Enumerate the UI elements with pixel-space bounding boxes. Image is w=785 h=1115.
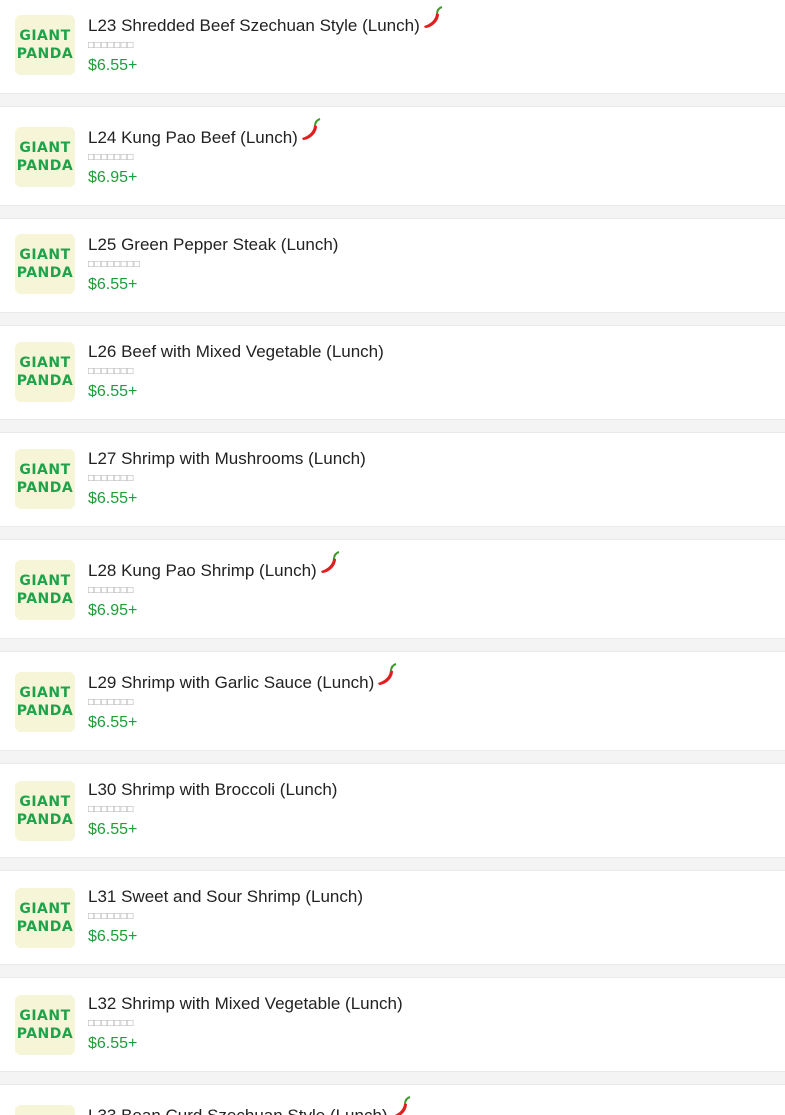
chili-pepper-icon (301, 118, 321, 140)
menu-item[interactable]: GIANT PANDA L25 Green Pepper Steak (Lunch… (0, 218, 785, 313)
item-name: L32 Shrimp with Mixed Vegetable (Lunch) (88, 994, 403, 1013)
item-subtitle: □□□□□□□ (88, 366, 134, 377)
item-subtitle: □□□□□□□ (88, 152, 134, 163)
item-price: $6.55+ (88, 1035, 138, 1052)
menu-item[interactable]: GIANT PANDA L29 Shrimp with Garlic Sauce … (0, 651, 785, 751)
item-subtitle: □□□□□□□□ (88, 259, 141, 270)
item-subtitle: □□□□□□□ (88, 804, 134, 815)
item-name: L24 Kung Pao Beef (Lunch) (88, 128, 298, 147)
menu-item[interactable]: GIANT PANDA L31 Sweet and Sour Shrimp (Lu… (0, 870, 785, 965)
menu-item[interactable]: GIANT PANDA L28 Kung Pao Shrimp (Lunch) □… (0, 539, 785, 639)
chili-pepper-icon (423, 6, 443, 28)
giant-panda-logo: GIANTPANDA (15, 449, 75, 509)
menu-item[interactable]: GIANT PANDA L30 Shrimp with Broccoli (Lun… (0, 763, 785, 858)
item-name: L30 Shrimp with Broccoli (Lunch) (88, 780, 338, 799)
giant-panda-logo: GIANTPANDA (15, 127, 75, 187)
item-name: L31 Sweet and Sour Shrimp (Lunch) (88, 887, 363, 906)
item-subtitle: □□□□□□□ (88, 40, 134, 51)
item-name: L33 Bean Curd Szechuan Style (Lunch) (88, 1106, 388, 1115)
item-subtitle: □□□□□□□ (88, 473, 134, 484)
giant-panda-logo: GIANTPANDA (15, 234, 75, 294)
item-name: L25 Green Pepper Steak (Lunch) (88, 235, 339, 254)
menu-item[interactable]: GIANTPANDA L33 Bean Curd Szechuan Style … (0, 1084, 785, 1115)
giant-panda-logo: GIANTPANDA (15, 672, 75, 732)
item-price: $6.55+ (88, 714, 138, 731)
giant-panda-logo: GIANTPANDA (15, 15, 75, 75)
item-name: L29 Shrimp with Garlic Sauce (Lunch) (88, 673, 375, 692)
menu-item[interactable]: GIANT PANDA L32 Shrimp with Mixed Vegetab… (0, 977, 785, 1072)
menu-item[interactable]: GIANT PANDA L23 Shredded Beef Szechuan St… (0, 0, 785, 94)
menu-item[interactable]: GIANT PANDA L24 Kung Pao Beef (Lunch) □□□… (0, 106, 785, 206)
giant-panda-logo: GIANTPANDA (15, 342, 75, 402)
chili-pepper-icon (378, 663, 397, 685)
menu-item[interactable]: GIANT PANDA L26 Beef with Mixed Vegetable… (0, 325, 785, 420)
item-subtitle: □□□□□□□ (88, 911, 134, 922)
item-price: $6.95+ (88, 602, 138, 619)
item-price: $6.95+ (88, 169, 138, 186)
chili-pepper-icon (320, 551, 340, 573)
item-price: $6.55+ (88, 383, 138, 400)
item-subtitle: □□□□□□□ (88, 585, 134, 596)
item-price: $6.55+ (88, 821, 138, 838)
item-name: L28 Kung Pao Shrimp (Lunch) (88, 561, 317, 580)
giant-panda-logo: GIANTPANDA (15, 560, 75, 620)
item-price: $6.55+ (88, 490, 138, 507)
item-name: L27 Shrimp with Mushrooms (Lunch) (88, 449, 366, 468)
item-price: $6.55+ (88, 57, 138, 74)
giant-panda-logo: GIANTPANDA (15, 781, 75, 841)
menu-item[interactable]: GIANT PANDA L27 Shrimp with Mushrooms (Lu… (0, 432, 785, 527)
giant-panda-logo: GIANTPANDA (15, 1105, 75, 1115)
item-price: $6.55+ (88, 276, 138, 293)
item-name: L26 Beef with Mixed Vegetable (Lunch) (88, 342, 384, 361)
chili-pepper-icon (394, 1096, 410, 1115)
item-price: $6.55+ (88, 928, 138, 945)
item-subtitle: □□□□□□□ (88, 1018, 134, 1029)
giant-panda-logo: GIANTPANDA (15, 888, 75, 948)
item-name: L23 Shredded Beef Szechuan Style (Lunch) (88, 16, 420, 35)
item-subtitle: □□□□□□□ (88, 697, 134, 708)
menu-item-list: GIANT PANDA L23 Shredded Beef Szechuan St… (0, 0, 785, 1115)
giant-panda-logo: GIANTPANDA (15, 995, 75, 1055)
